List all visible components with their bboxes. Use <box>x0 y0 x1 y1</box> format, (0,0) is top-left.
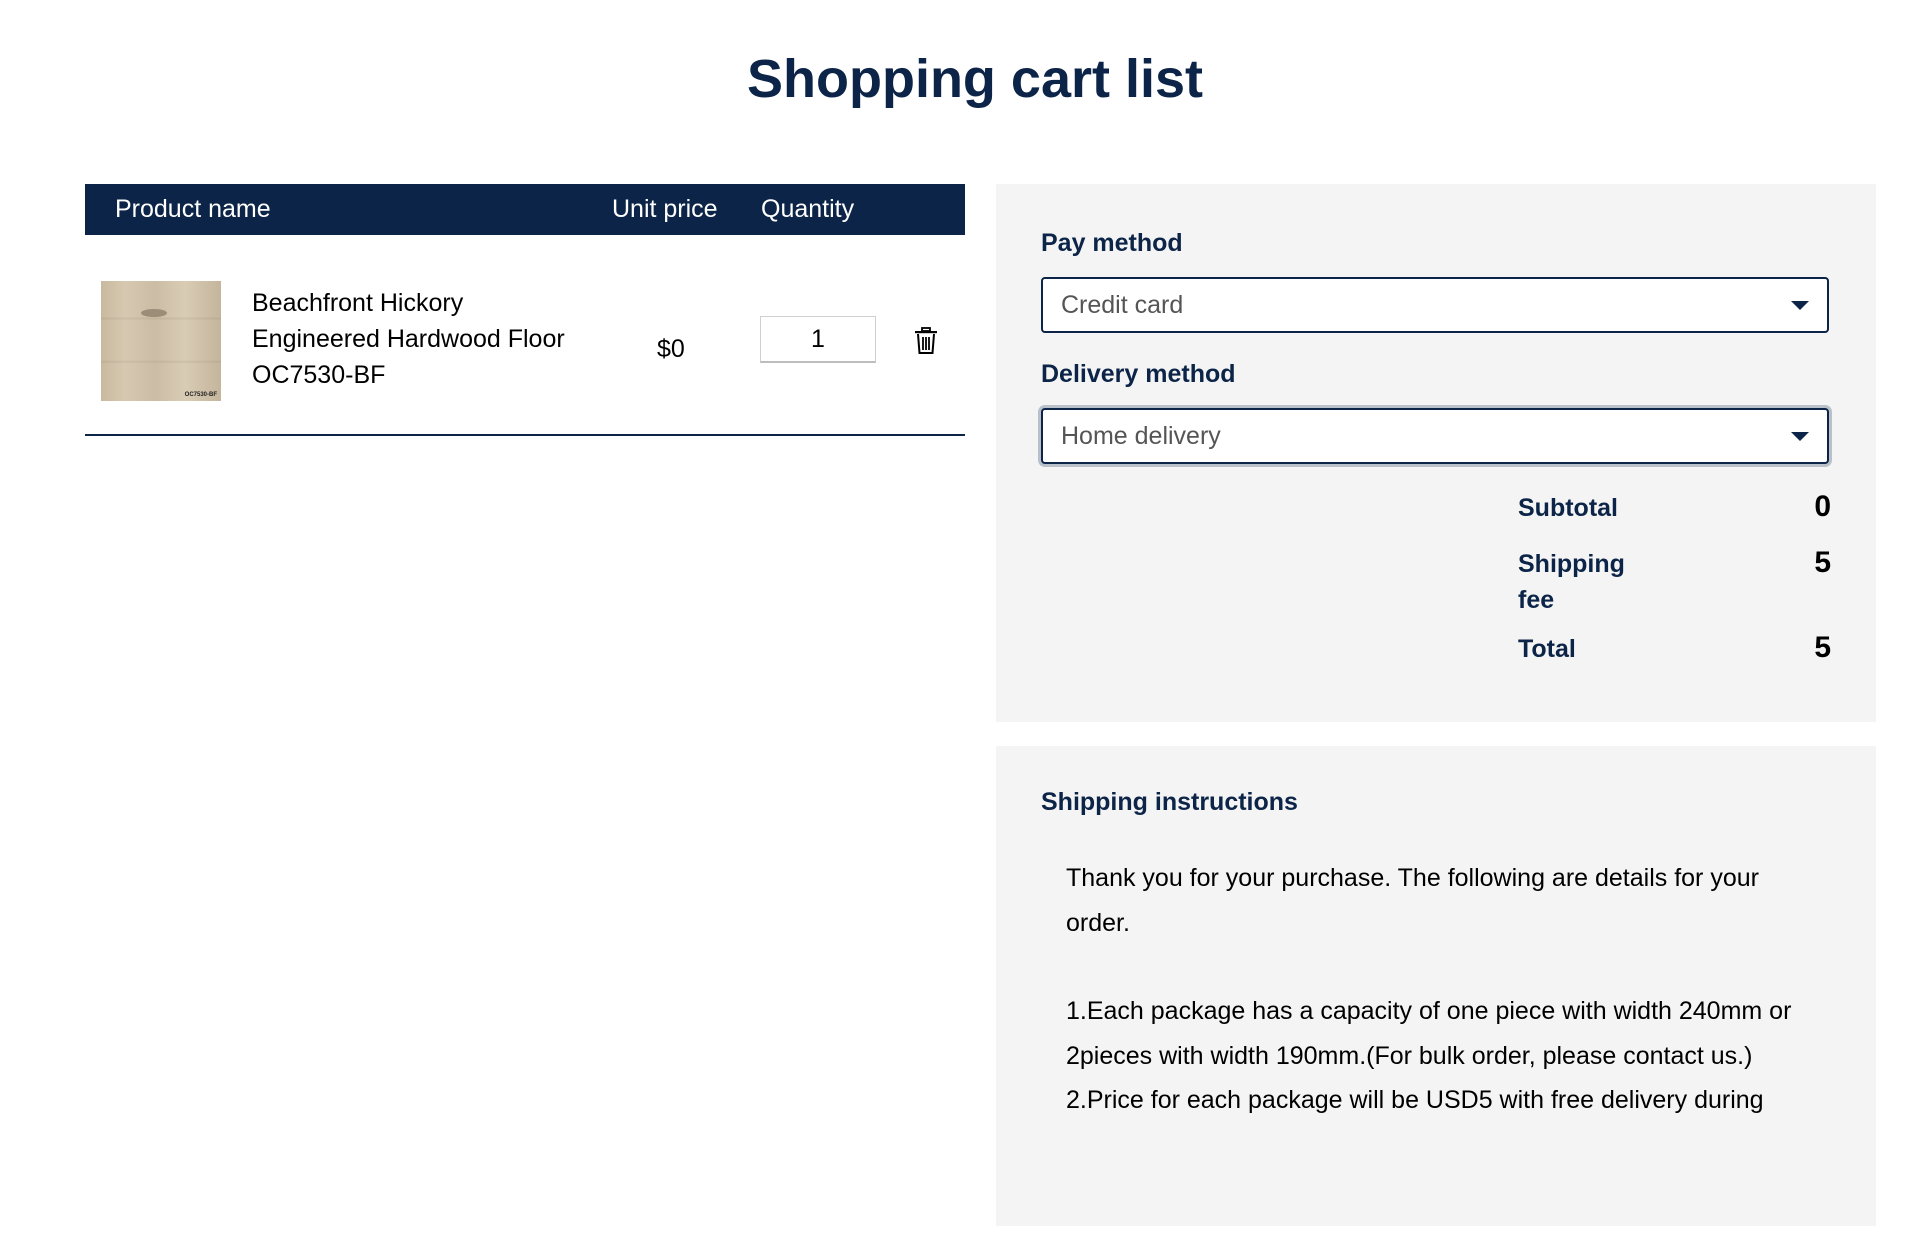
chevron-down-icon <box>1791 432 1809 441</box>
unit-price: $0 <box>657 335 685 363</box>
pay-method-selected-value: Credit card <box>1061 291 1184 319</box>
pay-method-label: Pay method <box>1041 229 1183 257</box>
delivery-method-select[interactable]: Home delivery <box>1041 408 1829 464</box>
shipping-instructions-panel: Shipping instructions Thank you for your… <box>996 746 1876 1226</box>
cart-item-row: OC7530-BF Beachfront Hickory Engineered … <box>85 235 965 436</box>
shipping-instructions-title: Shipping instructions <box>1041 788 1298 816</box>
product-name-link[interactable]: Beachfront Hickory Engineered Hardwood F… <box>252 285 582 393</box>
total-value: 5 <box>1814 631 1831 664</box>
product-image[interactable]: OC7530-BF <box>101 281 221 401</box>
quantity-input[interactable] <box>760 316 876 363</box>
column-header-quantity: Quantity <box>761 195 855 223</box>
total-label: Total <box>1518 635 1576 663</box>
delivery-method-label: Delivery method <box>1041 360 1236 388</box>
chevron-down-icon <box>1791 301 1809 310</box>
instructions-intro: Thank you for your purchase. The followi… <box>1066 864 1759 937</box>
shipping-fee-label: Shipping fee <box>1518 550 1625 614</box>
instructions-line-2: 2.Price for each package will be USD5 wi… <box>1066 1086 1764 1114</box>
column-header-product-name: Product name <box>115 195 271 223</box>
product-image-code: OC7530-BF <box>184 392 217 398</box>
page-title: Shopping cart list <box>746 49 1204 109</box>
subtotal-label: Subtotal <box>1518 494 1618 522</box>
pay-method-select[interactable]: Credit card <box>1041 277 1829 333</box>
order-summary-panel: Pay method Credit card Delivery method H… <box>996 184 1876 722</box>
shipping-fee-value: 5 <box>1814 546 1831 579</box>
delivery-method-selected-value: Home delivery <box>1061 422 1221 450</box>
cart-table: Product name Unit price Quantity OC7530-… <box>85 184 965 436</box>
shipping-instructions-body: Thank you for your purchase. The followi… <box>1066 856 1826 1123</box>
column-header-unit-price: Unit price <box>612 195 718 223</box>
subtotal-value: 0 <box>1814 490 1831 523</box>
cart-table-header: Product name Unit price Quantity <box>85 184 965 235</box>
wood-knot-decoration <box>141 309 167 317</box>
trash-icon[interactable] <box>913 327 939 355</box>
instructions-line-1: 1.Each package has a capacity of one pie… <box>1066 997 1792 1070</box>
